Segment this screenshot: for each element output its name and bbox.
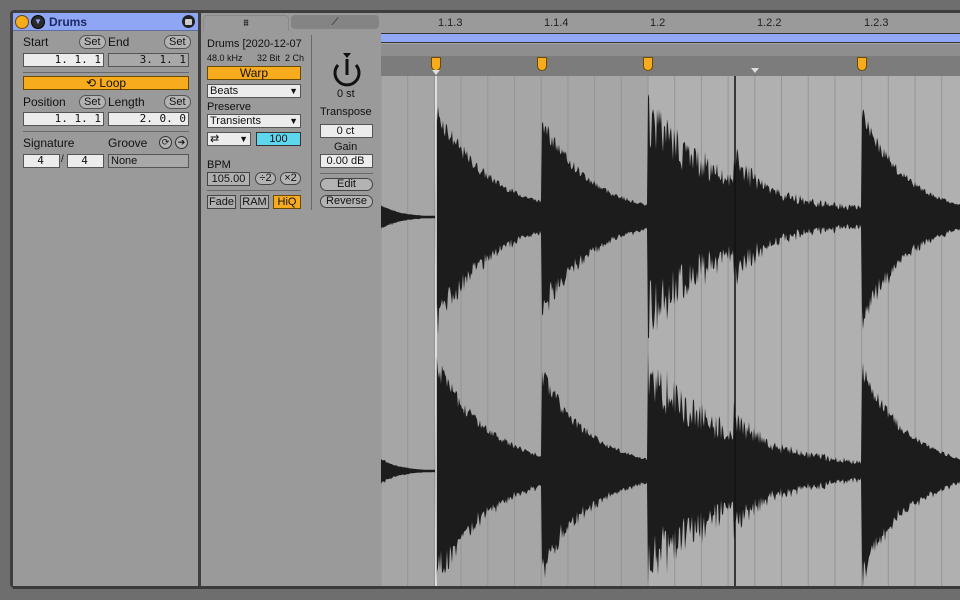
position-field[interactable]: 1. 1. 1 — [23, 112, 104, 126]
length-field[interactable]: 2. 0. 0 — [108, 112, 189, 126]
loop-mode-icon: ⇄ — [210, 133, 220, 145]
detune-field[interactable]: 0 ct — [320, 124, 373, 138]
fade-button[interactable]: Fade — [207, 195, 236, 209]
divider — [320, 173, 373, 174]
length-label: Length — [108, 95, 145, 109]
chevron-down-icon: ▼ — [239, 134, 248, 144]
bit-depth: 32 Bit — [257, 53, 281, 63]
divider — [23, 131, 189, 132]
end-field[interactable]: 3. 1. 1 — [108, 53, 189, 67]
sample-file-name: Drums [2020-12-07 — [207, 38, 302, 50]
hiq-button[interactable]: HiQ — [273, 195, 301, 209]
divider — [207, 190, 301, 191]
transpose-label: Transpose — [320, 106, 372, 118]
end-label: End — [108, 35, 130, 49]
chevron-down-icon: ▼ — [289, 116, 298, 126]
signature-numerator-field[interactable]: 4 — [23, 154, 60, 168]
bpm-label: BPM — [207, 159, 231, 171]
warp-button[interactable]: Warp — [207, 66, 301, 80]
sample-rate: 48.0 kHz — [207, 53, 243, 63]
transpose-value: 0 st — [337, 88, 355, 100]
preserve-select[interactable]: Transients ▼ — [207, 114, 301, 128]
start-marker[interactable] — [432, 70, 440, 75]
ruler-label: 1.2.3 — [864, 17, 889, 29]
warp-mode-select[interactable]: Beats ▼ — [207, 84, 301, 98]
start-field[interactable]: 1. 1. 1 — [23, 53, 104, 67]
half-tempo-button[interactable]: ÷2 — [255, 172, 276, 185]
edit-button[interactable]: Edit — [320, 178, 373, 191]
reverse-button[interactable]: Reverse — [320, 195, 373, 208]
divider — [311, 35, 312, 210]
ram-button[interactable]: RAM — [240, 195, 269, 209]
position-set-button[interactable]: Set — [79, 95, 106, 109]
tab-sample[interactable]: ⩩ — [203, 15, 289, 31]
ruler-label: 1.2 — [650, 17, 666, 29]
groove-commit-icon[interactable]: ➔ — [175, 136, 188, 149]
loop-label: Loop — [99, 76, 127, 90]
clip-box: ▼ Drums Start Set End Set 1. 1. 1 3. 1. … — [13, 13, 198, 586]
bpm-field[interactable]: 105.00 — [207, 172, 250, 186]
signature-slash: / — [61, 154, 64, 165]
signature-label: Signature — [23, 136, 75, 150]
ruler-label: 1.1.4 — [544, 17, 569, 29]
warp-marker[interactable] — [431, 57, 441, 71]
clip-activator-button[interactable] — [15, 14, 29, 29]
chevron-down-icon: ▼ — [289, 86, 298, 96]
end-set-button[interactable]: Set — [164, 35, 191, 49]
transient-envelope-field[interactable]: 100 — [256, 132, 301, 146]
loop-brace[interactable] — [381, 33, 960, 43]
sample-editor[interactable]: 1.1.3 1.1.4 1.2 1.2.2 1.2.3 — [381, 13, 960, 586]
warp-marker-lane[interactable] — [381, 56, 960, 76]
groove-label: Groove — [108, 136, 148, 150]
loop-icon: ⟲ — [85, 76, 100, 90]
start-label: Start — [23, 35, 49, 49]
divider — [23, 72, 189, 73]
gain-label: Gain — [334, 141, 358, 153]
bottom-edge — [13, 586, 960, 589]
start-set-button[interactable]: Set — [79, 35, 106, 49]
warp-marker[interactable] — [857, 57, 867, 71]
pseudo-warp-marker[interactable] — [751, 68, 759, 73]
groove-chooser[interactable]: None — [108, 154, 189, 168]
sample-box: ⩩ ⟋ Drums [2020-12-07 48.0 kHz 32 Bit 2 … — [201, 13, 381, 586]
waveform-display[interactable] — [381, 76, 960, 586]
envelope-icon: ⟋ — [331, 17, 339, 28]
save-icon[interactable] — [182, 15, 195, 28]
transpose-knob[interactable] — [331, 53, 363, 89]
beat-time-ruler[interactable]: 1.1.3 1.1.4 1.2 1.2.2 1.2.3 — [381, 13, 960, 33]
loop-mode-select[interactable]: ⇄ ▼ — [207, 132, 251, 146]
double-tempo-button[interactable]: ×2 — [280, 172, 301, 185]
preserve-label: Preserve — [207, 101, 252, 113]
clip-header: ▼ Drums — [13, 13, 198, 31]
preserve-value: Transients — [210, 115, 261, 127]
warp-mode-value: Beats — [210, 85, 239, 97]
ruler-label: 1.1.3 — [438, 17, 463, 29]
position-label: Position — [23, 95, 66, 109]
channel-count: 2 Ch — [285, 53, 305, 63]
gain-field[interactable]: 0.00 dB — [320, 154, 373, 168]
fold-icon[interactable]: ▼ — [31, 14, 45, 29]
clip-name[interactable]: Drums — [49, 15, 182, 29]
ruler-label: 1.2.2 — [757, 17, 782, 29]
tab-envelopes[interactable]: ⟋ — [291, 15, 379, 29]
warp-marker[interactable] — [643, 57, 653, 71]
loop-button[interactable]: ⟲ Loop — [23, 76, 189, 90]
groove-hot-swap-icon[interactable]: ⟳ — [159, 136, 172, 149]
warp-marker[interactable] — [537, 57, 547, 71]
start-end-strip[interactable] — [381, 44, 960, 56]
waveform-icon: ⩩ — [243, 18, 249, 29]
signature-denominator-field[interactable]: 4 — [67, 154, 104, 168]
length-set-button[interactable]: Set — [164, 95, 191, 109]
